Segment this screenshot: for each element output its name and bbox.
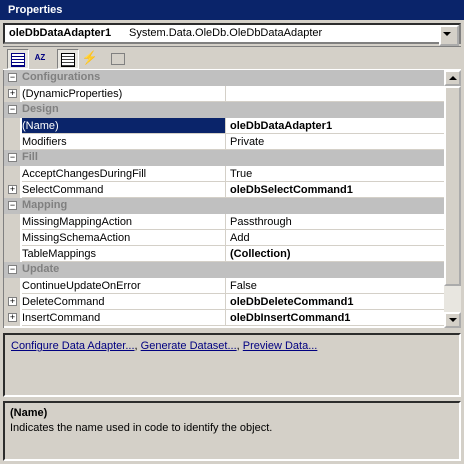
row-gutter: − <box>4 70 20 86</box>
expand-icon[interactable]: + <box>8 313 17 322</box>
category-mapping[interactable]: − Mapping <box>4 198 444 214</box>
command-link[interactable]: Preview Data... <box>243 340 318 352</box>
property-name[interactable]: InsertCommand <box>22 310 226 326</box>
alphabetical-icon[interactable]: AZ <box>29 49 51 69</box>
property-row[interactable]: TableMappings (Collection) <box>4 246 444 262</box>
property-value[interactable]: False <box>226 278 444 294</box>
category-update[interactable]: − Update <box>4 262 444 278</box>
row-gutter: − <box>4 198 20 214</box>
events-icon[interactable]: ⚡ <box>79 49 101 69</box>
row-gutter: − <box>4 102 20 118</box>
property-value[interactable]: (Collection) <box>226 246 444 262</box>
property-name[interactable]: MissingSchemaAction <box>22 230 226 246</box>
category-label: Mapping <box>22 199 68 211</box>
chevron-down-icon[interactable] <box>439 25 459 46</box>
scroll-thumb[interactable] <box>444 86 461 286</box>
property-value[interactable]: Add <box>226 230 444 246</box>
object-name: oleDbDataAdapter1 <box>9 27 112 39</box>
property-row[interactable]: MissingMappingAction Passthrough <box>4 214 444 230</box>
property-value[interactable]: True <box>226 166 444 182</box>
vertical-scrollbar[interactable] <box>444 70 461 328</box>
row-gutter <box>4 214 20 230</box>
row-gutter <box>4 134 20 150</box>
category-label: Update <box>22 263 60 275</box>
property-row[interactable]: + SelectCommand oleDbSelectCommand1 <box>4 182 444 198</box>
property-name[interactable]: (DynamicProperties) <box>22 86 226 102</box>
row-gutter <box>4 278 20 294</box>
expand-icon[interactable]: + <box>8 185 17 194</box>
row-gutter: − <box>4 150 20 166</box>
row-gutter: − <box>4 262 20 278</box>
object-type: System.Data.OleDb.OleDbDataAdapter <box>129 27 323 39</box>
row-gutter <box>4 246 20 262</box>
property-row[interactable]: Modifiers Private <box>4 134 444 150</box>
property-value[interactable]: Passthrough <box>226 214 444 230</box>
collapse-icon[interactable]: − <box>8 265 17 274</box>
description-title: (Name) <box>10 407 48 419</box>
property-value[interactable]: oleDbDeleteCommand1 <box>226 294 444 310</box>
row-gutter <box>4 230 20 246</box>
commands-pane: Configure Data Adapter..., Generate Data… <box>3 333 461 397</box>
row-gutter: + <box>4 86 20 102</box>
expand-icon[interactable]: + <box>8 89 17 98</box>
property-name[interactable]: (Name) <box>22 118 226 134</box>
row-gutter: + <box>4 310 20 326</box>
category-label: Fill <box>22 151 38 163</box>
collapse-icon[interactable]: − <box>8 201 17 210</box>
category-configurations[interactable]: − Configurations <box>4 70 444 86</box>
collapse-icon[interactable]: − <box>8 105 17 114</box>
property-name[interactable]: TableMappings <box>22 246 226 262</box>
property-row[interactable]: AcceptChangesDuringFill True <box>4 166 444 182</box>
property-row[interactable]: (Name) oleDbDataAdapter1 <box>4 118 444 134</box>
property-row[interactable]: + (DynamicProperties) <box>4 86 444 102</box>
expand-icon[interactable]: + <box>8 297 17 306</box>
property-name[interactable]: AcceptChangesDuringFill <box>22 166 226 182</box>
collapse-icon[interactable]: − <box>8 73 17 82</box>
property-value[interactable]: oleDbInsertCommand1 <box>226 310 444 326</box>
property-value[interactable]: Private <box>226 134 444 150</box>
category-fill[interactable]: − Fill <box>4 150 444 166</box>
property-row[interactable]: MissingSchemaAction Add <box>4 230 444 246</box>
property-row[interactable]: + InsertCommand oleDbInsertCommand1 <box>4 310 444 326</box>
description-text: Indicates the name used in code to ident… <box>10 422 273 434</box>
row-gutter: + <box>4 294 20 310</box>
property-value[interactable]: oleDbSelectCommand1 <box>226 182 444 198</box>
collapse-icon[interactable]: − <box>8 153 17 162</box>
description-pane: (Name) Indicates the name used in code t… <box>3 401 461 461</box>
title-bar: Properties <box>0 0 464 20</box>
object-selector[interactable]: oleDbDataAdapter1 System.Data.OleDb.OleD… <box>3 23 461 46</box>
property-name[interactable]: MissingMappingAction <box>22 214 226 230</box>
command-link[interactable]: Configure Data Adapter... <box>11 340 135 352</box>
property-name[interactable]: DeleteCommand <box>22 294 226 310</box>
property-name[interactable]: Modifiers <box>22 134 226 150</box>
property-name[interactable]: SelectCommand <box>22 182 226 198</box>
row-gutter <box>4 118 20 134</box>
property-name[interactable]: ContinueUpdateOnError <box>22 278 226 294</box>
categorized-icon[interactable] <box>7 49 29 69</box>
scroll-up-icon[interactable] <box>444 70 461 86</box>
property-grid: − Configurations + (DynamicProperties) − Desi… <box>3 70 444 328</box>
property-row[interactable]: + DeleteCommand oleDbDeleteCommand1 <box>4 294 444 310</box>
property-value[interactable] <box>226 86 444 102</box>
properties-icon[interactable] <box>57 49 79 69</box>
category-design[interactable]: − Design <box>4 102 444 118</box>
property-pages-icon[interactable] <box>107 49 129 69</box>
category-label: Configurations <box>22 71 101 83</box>
property-row[interactable]: ContinueUpdateOnError False <box>4 278 444 294</box>
toolbar: AZ ⚡ <box>3 46 461 70</box>
scroll-down-icon[interactable] <box>444 312 461 328</box>
row-gutter: + <box>4 182 20 198</box>
command-link[interactable]: Generate Dataset... <box>141 340 237 352</box>
row-gutter <box>4 166 20 182</box>
category-label: Design <box>22 103 59 115</box>
property-value[interactable]: oleDbDataAdapter1 <box>226 118 444 134</box>
